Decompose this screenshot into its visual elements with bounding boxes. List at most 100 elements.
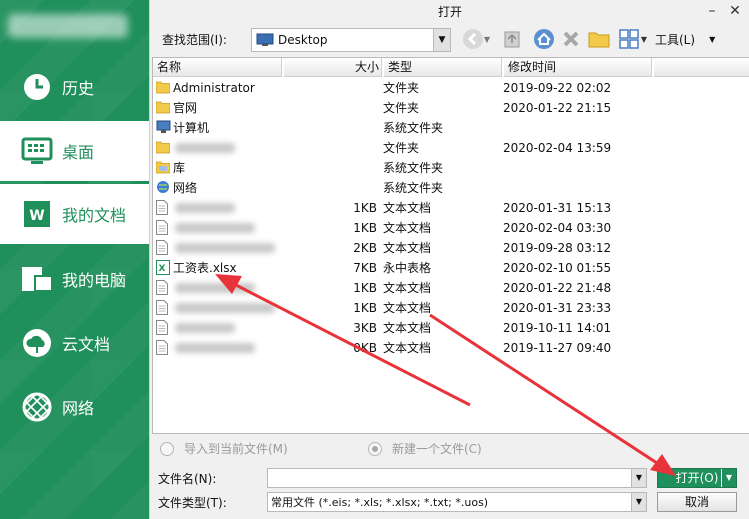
filetype-select[interactable]: 常用文件 (*.eis; *.xls; *.xlsx; *.txt; *.uos… xyxy=(267,492,647,512)
sidebar-item-network[interactable]: 网络 xyxy=(0,377,149,437)
new-file-option-label: 新建一个文件(C) xyxy=(392,442,482,456)
file-row[interactable]: 计算机 系统文件夹 xyxy=(153,118,749,138)
file-type: 文本文档 xyxy=(383,321,432,335)
back-button[interactable]: ▼ xyxy=(458,28,494,50)
look-in-label: 查找范围(I): xyxy=(162,33,227,47)
file-row[interactable]: 文件夹 2020-02-04 13:59 xyxy=(153,138,749,158)
new-file-option-radio[interactable]: 新建一个文件(C) xyxy=(368,440,482,457)
redacted-name xyxy=(175,323,235,333)
file-type: 永中表格 xyxy=(383,261,432,275)
file-name: 库 xyxy=(173,161,186,175)
file-type: 文件夹 xyxy=(383,141,420,155)
file-row[interactable]: Administrator 文件夹 2019-09-22 02:02 xyxy=(153,78,749,98)
text-file-icon xyxy=(156,200,170,216)
sidebar-item-desktop[interactable]: 桌面 xyxy=(0,121,149,181)
sidebar-item-cloud-docs[interactable]: 云文档 xyxy=(0,313,149,373)
file-type: 系统文件夹 xyxy=(383,161,444,175)
minimize-button[interactable]: – xyxy=(702,2,722,20)
up-folder-button[interactable] xyxy=(500,28,524,50)
text-file-icon xyxy=(156,220,170,236)
text-file-icon xyxy=(156,340,170,356)
sidebar-item-label: 我的文档 xyxy=(62,206,127,225)
cancel-button[interactable]: 取消 xyxy=(657,492,737,512)
computer-icon xyxy=(20,262,54,296)
view-grid-icon xyxy=(619,29,639,49)
sidebar-item-documents[interactable]: W 我的文档 xyxy=(0,184,149,244)
file-row[interactable]: 1KB 文本文档 2020-01-22 21:48 xyxy=(153,278,749,298)
file-type: 文本文档 xyxy=(383,241,432,255)
new-folder-button[interactable] xyxy=(587,28,611,50)
import-option-label: 导入到当前文件(M) xyxy=(184,442,288,456)
import-option-radio[interactable]: 导入到当前文件(M) xyxy=(160,440,288,457)
open-button-label: 打开(O) xyxy=(675,471,719,485)
dialog-title: 打开 xyxy=(437,5,462,19)
chevron-down-icon[interactable]: ▼ xyxy=(721,469,736,487)
radio-circle xyxy=(368,441,382,456)
chevron-down-icon[interactable]: ▼ xyxy=(631,493,646,511)
view-menu-button[interactable]: ▼ xyxy=(615,28,651,50)
globe-icon xyxy=(20,390,54,424)
file-type: 文本文档 xyxy=(383,301,432,315)
home-button[interactable] xyxy=(532,28,556,50)
sidebar-item-label: 桌面 xyxy=(62,143,95,162)
filename-input[interactable]: ▼ xyxy=(267,468,647,488)
column-header-type[interactable]: 类型 xyxy=(384,58,502,77)
file-name: 计算机 xyxy=(173,121,210,135)
open-button[interactable]: 打开(O) ▼ xyxy=(657,468,737,488)
column-header-extra xyxy=(654,58,749,77)
sidebar-item-computer[interactable]: 我的电脑 xyxy=(0,249,149,309)
tools-menu-button[interactable]: 工具(L) ▼ xyxy=(655,28,735,50)
file-type: 文本文档 xyxy=(383,341,432,355)
column-header-name[interactable]: 名称 xyxy=(153,58,282,77)
sidebar-item-label: 云文档 xyxy=(62,335,111,354)
file-date: 2019-09-28 03:12 xyxy=(503,241,612,255)
file-row[interactable]: 2KB 文本文档 2019-09-28 03:12 xyxy=(153,238,749,258)
svg-text:X: X xyxy=(159,264,166,274)
file-size: 1KB xyxy=(353,281,377,295)
file-type: 文本文档 xyxy=(383,221,432,235)
redacted-name xyxy=(175,303,275,313)
file-type: 系统文件夹 xyxy=(383,181,444,195)
documents-icon: W xyxy=(20,197,54,231)
desktop-icon xyxy=(256,33,274,46)
network-icon xyxy=(156,180,170,196)
file-row[interactable]: 1KB 文本文档 2020-01-31 15:13 xyxy=(153,198,749,218)
blurred-header xyxy=(8,14,128,38)
delete-x-icon xyxy=(563,31,579,47)
folder-icon xyxy=(155,140,171,156)
file-row[interactable]: 网络 系统文件夹 xyxy=(153,178,749,198)
file-row[interactable]: 1KB 文本文档 2020-02-04 03:30 xyxy=(153,218,749,238)
file-size: 1KB xyxy=(353,221,377,235)
file-row[interactable]: 1KB 文本文档 2020-01-31 23:33 xyxy=(153,298,749,318)
tools-menu-label: 工具(L) xyxy=(655,32,696,47)
sidebar-item-label: 历史 xyxy=(62,79,95,98)
redacted-name xyxy=(175,243,275,253)
chevron-down-icon[interactable]: ▼ xyxy=(433,29,450,51)
column-header-date[interactable]: 修改时间 xyxy=(504,58,652,77)
file-type: 文本文档 xyxy=(383,281,432,295)
file-row[interactable]: 3KB 文本文档 2019-10-11 14:01 xyxy=(153,318,749,338)
close-button[interactable]: ✕ xyxy=(725,2,745,20)
look-in-value: Desktop xyxy=(278,33,328,47)
file-list[interactable]: 名称 大小 类型 修改时间 Administrator 文件夹 2019-09-22… xyxy=(152,57,749,434)
folder-icon xyxy=(155,100,171,116)
file-row[interactable]: 库 系统文件夹 xyxy=(153,158,749,178)
column-header-size[interactable]: 大小 xyxy=(284,58,382,77)
redacted-name xyxy=(175,283,255,293)
file-row[interactable]: 官网 文件夹 2020-01-22 21:15 xyxy=(153,98,749,118)
redacted-name xyxy=(175,203,235,213)
chevron-down-icon[interactable]: ▼ xyxy=(631,469,646,487)
sidebar-item-label: 我的电脑 xyxy=(62,271,127,290)
file-row[interactable]: X 工资表.xlsx 7KB 永中表格 2020-02-10 01:55 xyxy=(153,258,749,278)
sidebar-item-label: 网络 xyxy=(62,399,95,418)
file-date: 2019-09-22 02:02 xyxy=(503,81,612,95)
delete-button[interactable] xyxy=(560,28,582,50)
file-date: 2019-10-11 14:01 xyxy=(503,321,612,335)
sidebar-item-history[interactable]: 历史 xyxy=(0,57,149,117)
filename-label: 文件名(N): xyxy=(158,472,217,486)
back-arrow-icon xyxy=(462,29,483,49)
look-in-combobox[interactable]: Desktop ▼ xyxy=(251,28,451,52)
file-size: 1KB xyxy=(353,301,377,315)
file-date: 2019-11-27 09:40 xyxy=(503,341,612,355)
file-row[interactable]: 0KB 文本文档 2019-11-27 09:40 xyxy=(153,338,749,358)
